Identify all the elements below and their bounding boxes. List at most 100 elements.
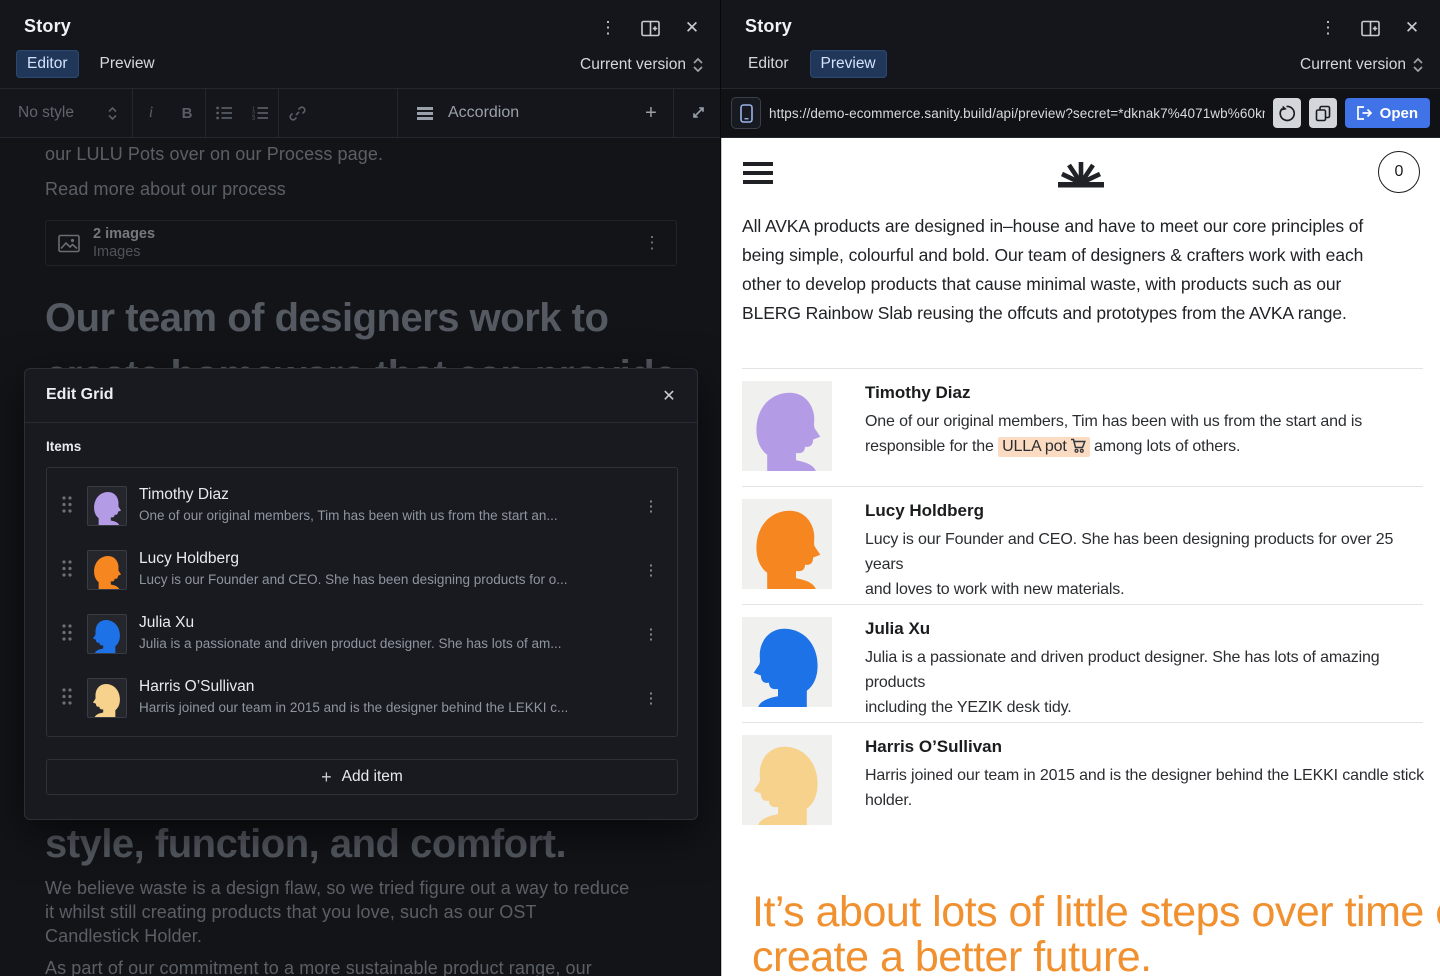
product-link-label: ULLA pot xyxy=(1002,438,1067,455)
sunburst-logo-icon xyxy=(1055,152,1107,192)
cart-count: 0 xyxy=(1395,163,1404,181)
italic-button[interactable]: i xyxy=(133,89,169,137)
text-style-label: No style xyxy=(18,104,74,122)
tab-preview[interactable]: Preview xyxy=(810,50,887,78)
preview-url-bar: https://demo-ecommerce.sanity.build/api/… xyxy=(721,88,1440,138)
item-description: Julia is a passionate and driven product… xyxy=(139,634,619,654)
modal-header: Edit Grid ✕ xyxy=(25,369,697,423)
numbered-list-button[interactable]: 123 xyxy=(242,89,278,137)
kebab-icon: ⋮ xyxy=(644,689,659,707)
open-preview-button[interactable]: Open xyxy=(1345,98,1430,128)
add-item-label: Add item xyxy=(342,768,403,786)
grid-item-row[interactable]: Timothy Diaz One of our original members… xyxy=(47,474,677,538)
split-pane-button[interactable] xyxy=(1358,16,1382,40)
version-selector[interactable]: Current version xyxy=(1300,56,1424,74)
version-label: Current version xyxy=(1300,56,1406,74)
drag-handle[interactable] xyxy=(61,559,73,583)
team-member-row: Julia Xu Julia is a passionate and drive… xyxy=(742,604,1423,722)
close-pane-button[interactable]: ✕ xyxy=(680,16,704,40)
open-external-icon xyxy=(1355,105,1373,121)
intro-paragraph: All AVKA products are designed in–house … xyxy=(742,212,1402,328)
team-member-name: Timothy Diaz xyxy=(865,380,1425,406)
modal-close-button[interactable]: ✕ xyxy=(655,382,683,410)
pane-menu-button[interactable]: ⋮ xyxy=(1316,16,1340,40)
item-name: Julia Xu xyxy=(139,612,619,634)
link-icon xyxy=(289,105,306,122)
preview-url-input[interactable]: https://demo-ecommerce.sanity.build/api/… xyxy=(769,106,1265,121)
grid-item-row[interactable]: Julia Xu Julia is a passionate and drive… xyxy=(47,602,677,666)
bold-button[interactable]: B xyxy=(169,89,205,137)
grid-item-row[interactable]: Lucy Holdberg Lucy is our Founder and CE… xyxy=(47,538,677,602)
mobile-view-button[interactable] xyxy=(731,97,761,129)
pane-title: Story xyxy=(745,16,792,37)
collapse-icon xyxy=(690,106,705,121)
items-label: Items xyxy=(46,439,81,454)
kebab-icon: ⋮ xyxy=(1320,18,1337,38)
copy-url-button[interactable] xyxy=(1309,98,1337,128)
item-name: Lucy Holdberg xyxy=(139,548,619,570)
hamburger-menu-icon[interactable] xyxy=(743,162,773,189)
preview-pane-header: Story ⋮ ✕ Editor Preview Current version xyxy=(721,0,1440,88)
version-selector[interactable]: Current version xyxy=(580,56,704,74)
add-block-button[interactable]: + xyxy=(629,89,673,137)
item-menu-button[interactable]: ⋮ xyxy=(639,494,663,518)
avatar xyxy=(87,614,127,654)
grid-item-row[interactable]: Harris O’Sullivan Harris joined our team… xyxy=(47,666,677,730)
team-member-row: Lucy Holdberg Lucy is our Founder and CE… xyxy=(742,486,1423,604)
item-description: Lucy is our Founder and CEO. She has bee… xyxy=(139,570,619,590)
open-button-label: Open xyxy=(1380,105,1418,122)
item-description: Harris joined our team in 2015 and is th… xyxy=(139,698,619,718)
text-style-dropdown[interactable]: No style xyxy=(0,89,132,137)
item-menu-button[interactable]: ⋮ xyxy=(639,622,663,646)
refresh-icon xyxy=(1278,105,1295,122)
copy-icon xyxy=(1315,105,1331,122)
edit-grid-modal: Edit Grid ✕ Items Timothy Diaz One of ou… xyxy=(24,368,698,820)
refresh-preview-button[interactable] xyxy=(1273,98,1301,128)
avatar xyxy=(87,550,127,590)
cart-icon xyxy=(1070,438,1086,453)
item-name: Timothy Diaz xyxy=(139,484,619,506)
drag-handle[interactable] xyxy=(61,495,73,519)
sort-chevrons-icon xyxy=(1412,57,1424,73)
team-member-bio: Julia is a passionate and driven product… xyxy=(865,645,1425,720)
team-member-bio: Harris joined our team in 2015 and is th… xyxy=(865,763,1425,813)
tab-editor[interactable]: Editor xyxy=(737,50,800,78)
numbered-list-icon: 123 xyxy=(252,106,269,120)
collapse-pane-button[interactable] xyxy=(674,89,720,137)
team-list: Timothy Diaz One of our original members… xyxy=(742,368,1423,840)
team-member-name: Lucy Holdberg xyxy=(865,498,1425,524)
modal-title: Edit Grid xyxy=(46,386,114,404)
split-pane-icon xyxy=(1361,20,1380,37)
preview-pane: Story ⋮ ✕ Editor Preview Current version xyxy=(720,0,1440,976)
bullet-list-button[interactable] xyxy=(206,89,242,137)
item-menu-button[interactable]: ⋮ xyxy=(639,686,663,710)
split-pane-button[interactable] xyxy=(638,16,662,40)
svg-text:3: 3 xyxy=(252,116,255,120)
pane-menu-button[interactable]: ⋮ xyxy=(596,16,620,40)
site-logo[interactable] xyxy=(1055,152,1107,197)
kebab-icon: ⋮ xyxy=(644,561,659,579)
tab-editor[interactable]: Editor xyxy=(16,50,79,78)
headline-line: It’s about lots of little steps over tim… xyxy=(752,890,1440,935)
avatar xyxy=(87,678,127,718)
team-member-row: Harris O’Sullivan Harris joined our team… xyxy=(742,722,1423,840)
cart-button[interactable]: 0 xyxy=(1378,151,1420,193)
headline-line: create a better future. xyxy=(752,935,1440,976)
avatar xyxy=(742,617,832,707)
team-member-row: Timothy Diaz One of our original members… xyxy=(742,368,1423,486)
close-pane-button[interactable]: ✕ xyxy=(1400,16,1424,40)
item-menu-button[interactable]: ⋮ xyxy=(639,558,663,582)
drag-handle[interactable] xyxy=(61,623,73,647)
link-button[interactable] xyxy=(279,89,315,137)
close-icon: ✕ xyxy=(685,18,699,38)
add-item-button[interactable]: + Add item xyxy=(46,759,678,795)
item-description: One of our original members, Tim has bee… xyxy=(139,506,619,526)
tab-preview[interactable]: Preview xyxy=(89,50,166,78)
bullet-list-icon xyxy=(216,106,233,120)
avatar xyxy=(742,499,832,589)
avatar xyxy=(742,381,832,471)
avatar xyxy=(742,735,832,825)
product-link[interactable]: ULLA pot xyxy=(998,437,1090,457)
drag-handle[interactable] xyxy=(61,687,73,711)
block-type-indicator[interactable]: Accordion xyxy=(398,89,629,137)
